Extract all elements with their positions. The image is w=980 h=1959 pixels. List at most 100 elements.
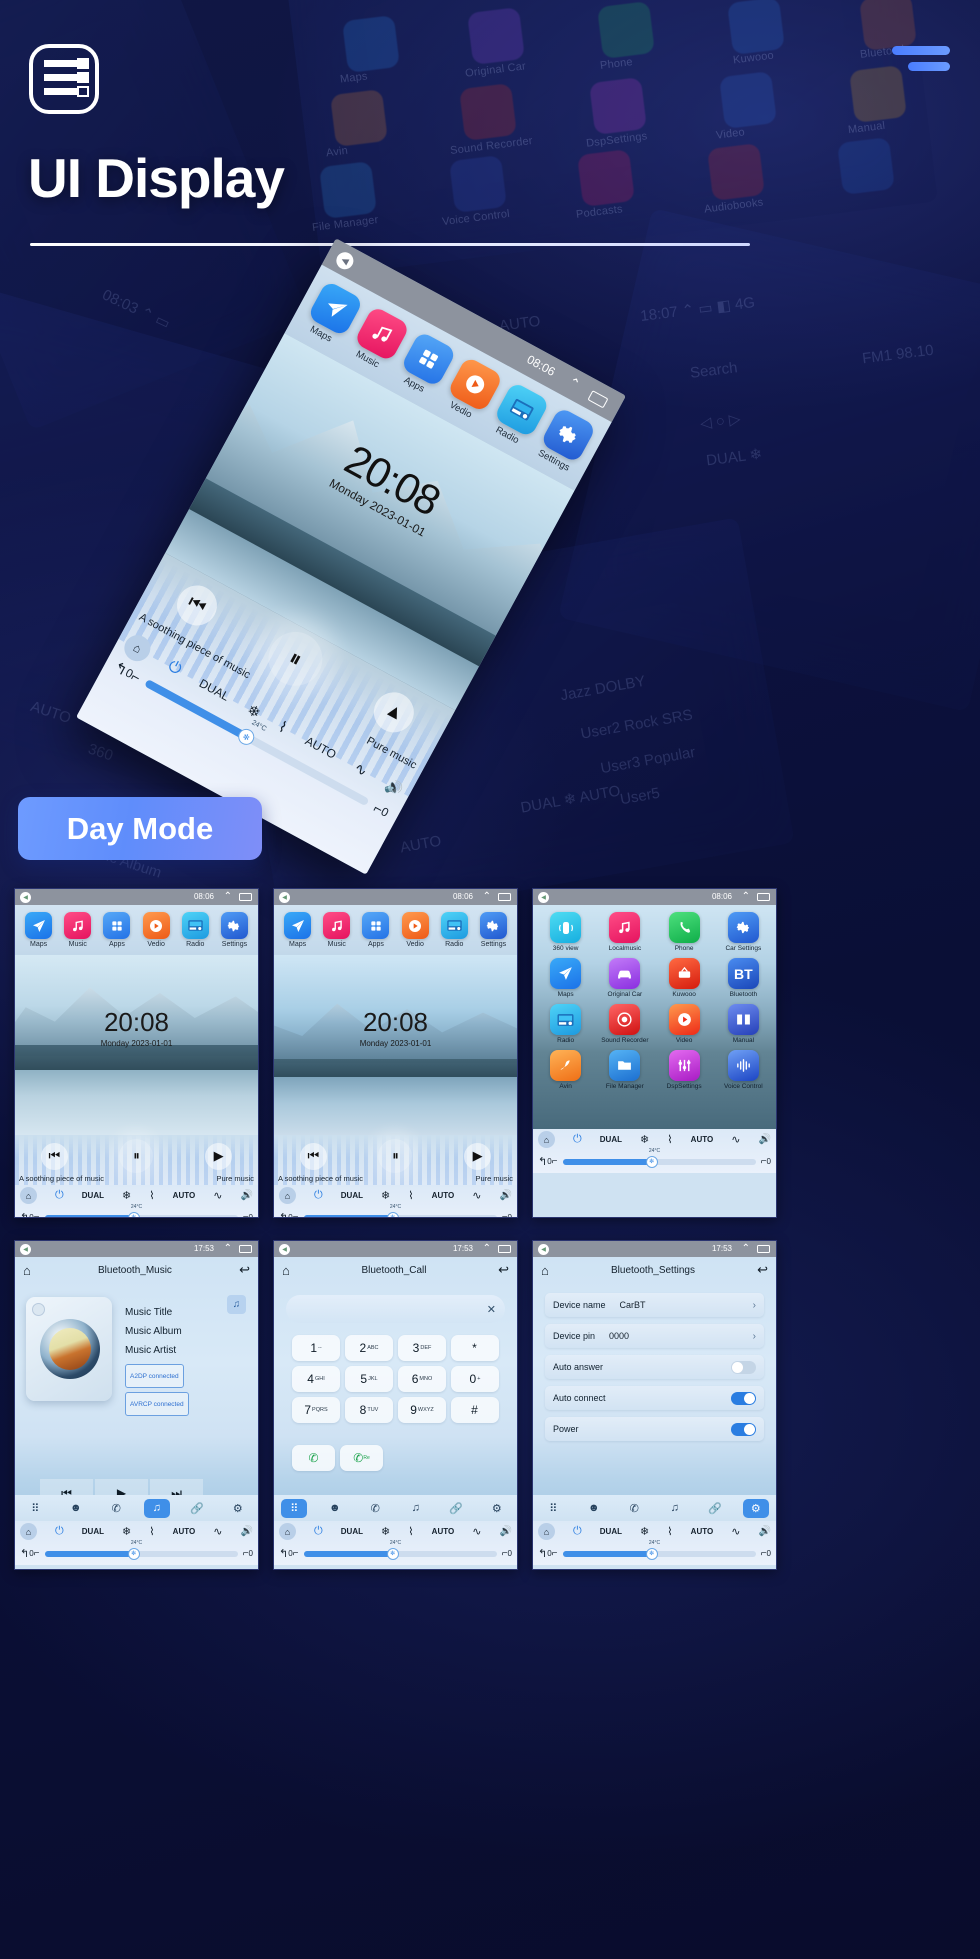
home-icon[interactable]: ⌂	[541, 1263, 549, 1278]
key-0[interactable]: 0 +	[451, 1366, 499, 1392]
app-item-soundrecorder[interactable]: Sound Recorder	[595, 1004, 654, 1044]
airflow-icon[interactable]: ∿	[731, 1133, 740, 1146]
next-track-icon[interactable]: ▶	[464, 1142, 492, 1170]
app-item-filemanager[interactable]: File Manager	[595, 1050, 654, 1090]
dock-item-maps[interactable]: Maps	[278, 912, 317, 948]
auto-label[interactable]: AUTO	[691, 1527, 714, 1536]
key-5[interactable]: 5 JKL	[345, 1366, 393, 1392]
dock-item-radio[interactable]: Radio	[435, 912, 474, 948]
dual-label[interactable]: DUAL	[600, 1135, 622, 1144]
back-arrow-icon[interactable]: ↰	[538, 1547, 547, 1560]
pause-icon[interactable]: ⏸	[378, 1139, 413, 1173]
home-icon[interactable]: ⌂	[538, 1131, 555, 1148]
power-icon[interactable]: ⏻	[55, 1525, 64, 1538]
next-track-icon[interactable]: ▶	[205, 1142, 233, 1170]
key-1[interactable]: 1 --	[292, 1335, 340, 1361]
fan-slider[interactable]: ✻	[562, 1155, 756, 1168]
fan-slider[interactable]: ✻	[44, 1547, 238, 1560]
snowflake-icon[interactable]: ❄	[122, 1189, 131, 1202]
chevron-up-icon[interactable]: ⌃	[224, 891, 232, 902]
app-item-carsettings[interactable]: Car Settings	[714, 912, 773, 952]
hamburger-menu-icon[interactable]	[892, 44, 950, 74]
key-9[interactable]: 9 WXYZ	[398, 1397, 446, 1423]
rear-defrost-icon[interactable]: ⌇	[667, 1525, 672, 1538]
app-item-360view[interactable]: 360 view	[536, 912, 595, 952]
volume-icon[interactable]: 🔊	[499, 1190, 511, 1201]
day-mode-badge[interactable]: Day Mode	[18, 797, 262, 860]
tab-music[interactable]: ♫	[403, 1499, 429, 1518]
dock-item-music[interactable]: Music	[317, 912, 356, 948]
fan-slider[interactable]: ✻	[303, 1211, 497, 1217]
dock-item-apps[interactable]: Apps	[97, 912, 136, 948]
snowflake-icon[interactable]: ❄	[381, 1189, 390, 1202]
volume-icon[interactable]: 🔊	[758, 1526, 770, 1537]
chevron-up-icon[interactable]: ⌃	[224, 1243, 232, 1254]
fan-slider[interactable]: ✻	[562, 1547, 756, 1560]
home-icon[interactable]: ⌂	[20, 1187, 37, 1204]
rear-defrost-icon[interactable]: ⌇	[149, 1525, 154, 1538]
recent-apps-icon[interactable]	[239, 893, 252, 901]
redial-icon[interactable]: ✆ Re	[340, 1445, 383, 1471]
tab-phone[interactable]: ✆	[103, 1499, 129, 1518]
thumbnail-apps-grid[interactable]: ◀ 08:06 ⌃ 360 view Localmusic Phone Car …	[532, 888, 777, 1218]
tab-keypad[interactable]: ⠿	[281, 1498, 308, 1518]
seat-heat-left-icon[interactable]: ⌐	[293, 1212, 299, 1217]
app-item-manual[interactable]: Manual	[714, 1004, 773, 1044]
tab-music[interactable]: ♫	[662, 1499, 688, 1518]
seat-heat-left-icon[interactable]: ⌐	[552, 1548, 558, 1559]
tab-link[interactable]: 🔗	[184, 1499, 210, 1518]
power-icon[interactable]: ⏻	[573, 1133, 582, 1146]
dual-label[interactable]: DUAL	[341, 1527, 363, 1536]
setting-row-device-name[interactable]: Device name CarBT ›	[545, 1293, 764, 1317]
power-icon[interactable]: ⏻	[573, 1525, 582, 1538]
next-track-icon[interactable]: ▲	[366, 685, 422, 740]
chevron-up-icon[interactable]: ⌃	[742, 1243, 750, 1254]
chevron-up-icon[interactable]: ⌃	[566, 374, 583, 393]
auto-label[interactable]: AUTO	[173, 1527, 196, 1536]
chevron-up-icon[interactable]: ⌃	[483, 891, 491, 902]
auto-label[interactable]: AUTO	[432, 1191, 455, 1200]
key-4[interactable]: 4 GHI	[292, 1366, 340, 1392]
back-circle-icon[interactable]: ◀	[279, 1244, 290, 1255]
tab-phone[interactable]: ✆	[621, 1499, 647, 1518]
airflow-icon[interactable]: ∿	[472, 1525, 481, 1538]
auto-label[interactable]: AUTO	[432, 1527, 455, 1536]
prev-track-icon[interactable]: ⏮	[169, 578, 224, 633]
thumbnail-bluetooth-settings[interactable]: ◀ 17:53 ⌃ ⌂ Bluetooth_Settings ↩ Device …	[532, 1240, 777, 1570]
snowflake-icon[interactable]: ❄	[381, 1525, 390, 1538]
back-circle-icon[interactable]: ◀	[20, 892, 31, 903]
snowflake-icon[interactable]: ❄	[122, 1525, 131, 1538]
power-toggle[interactable]	[731, 1422, 756, 1436]
back-circle-icon[interactable]: ◀	[279, 892, 290, 903]
volume-icon[interactable]: 🔊	[240, 1190, 252, 1201]
volume-icon[interactable]: 🔊	[758, 1134, 770, 1145]
thumbnail-bluetooth-call[interactable]: ◀ 17:53 ⌃ ⌂ Bluetooth_Call ↩ ✕ 1 -- 2 AB…	[273, 1240, 518, 1570]
home-icon[interactable]: ⌂	[282, 1263, 290, 1278]
app-item-originalcar[interactable]: Original Car	[595, 958, 654, 998]
dock-item-maps[interactable]: Maps	[19, 912, 58, 948]
airflow-icon[interactable]: ∿	[213, 1525, 222, 1538]
tab-link[interactable]: 🔗	[443, 1499, 469, 1518]
pause-icon[interactable]: ⏸	[119, 1139, 154, 1173]
seat-heat-left-icon[interactable]: ⌐	[34, 1548, 40, 1559]
prev-track-icon[interactable]: ⏮	[299, 1142, 327, 1170]
setting-row-auto-connect[interactable]: Auto connect	[545, 1386, 764, 1410]
back-arrow-icon[interactable]: ↰	[20, 1547, 29, 1560]
dock-item-vedio[interactable]: Vedio	[137, 912, 176, 948]
setting-row-auto-answer[interactable]: Auto answer	[545, 1355, 764, 1379]
airflow-icon[interactable]: ∿	[213, 1189, 222, 1202]
key-8[interactable]: 8 TUV	[345, 1397, 393, 1423]
recent-apps-icon[interactable]	[587, 390, 609, 409]
home-icon[interactable]: ⌂	[279, 1187, 296, 1204]
app-item-dspsettings[interactable]: DspSettings	[655, 1050, 714, 1090]
rear-defrost-icon[interactable]: ⌇	[408, 1189, 413, 1202]
seat-heat-left-icon[interactable]: ⌐	[34, 1212, 40, 1217]
thumbnail-home-mountain-lake[interactable]: ◀ 08:06 ⌃ Maps Music Apps Vedio Radio Se…	[273, 888, 518, 1218]
volume-icon[interactable]: 🔊	[240, 1526, 252, 1537]
return-icon[interactable]: ↩	[498, 1262, 509, 1278]
prev-track-icon[interactable]: ⏮	[40, 1142, 68, 1170]
auto-connect-toggle[interactable]	[731, 1391, 756, 1405]
tab-settings[interactable]: ⚙	[225, 1499, 251, 1518]
airflow-icon[interactable]: ∿	[472, 1189, 481, 1202]
rear-defrost-icon[interactable]: ⌇	[408, 1525, 413, 1538]
